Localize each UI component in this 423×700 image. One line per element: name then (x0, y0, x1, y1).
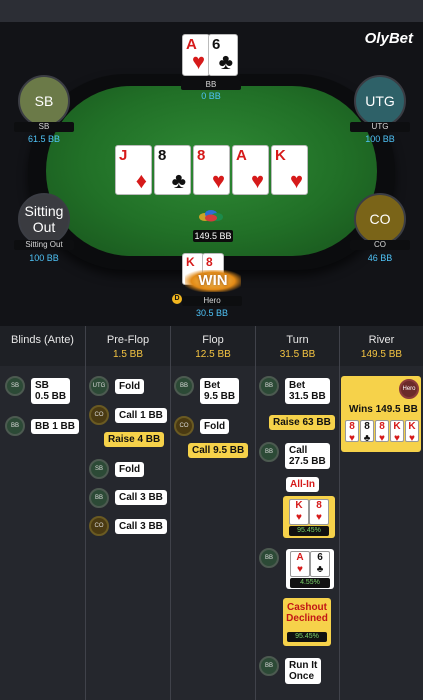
equity-label: 95.45% (289, 526, 329, 536)
board-card-4: A ♥ (232, 145, 269, 195)
position-badge: SB (5, 376, 25, 396)
utg-stack: 100 BB (365, 134, 395, 144)
dealer-button: D (172, 294, 182, 304)
sitting-out-stack: 100 BB (29, 253, 59, 263)
allin-chip: All-In (286, 477, 319, 492)
hero-action-chip: Raise 63 BB (269, 415, 335, 430)
win-badge: WIN (185, 270, 241, 292)
equity-card: A ♥ (290, 551, 310, 577)
chip-stack-icon (199, 210, 223, 222)
top-bar (0, 0, 423, 22)
action-chip: Fold (200, 419, 230, 434)
equity-card: 8 ♥ (309, 499, 329, 525)
blinds-column: Blinds (Ante) SB SB 0.5 BB BB BB 1 BB (0, 326, 86, 700)
position-badge: CO (174, 416, 194, 436)
action-chip: Call 1 BB (115, 408, 167, 423)
board-card-5: K ♥ (271, 145, 308, 195)
hand-history: Blinds (Ante) SB SB 0.5 BB BB BB 1 BB Pr… (0, 326, 423, 700)
sitting-out-name: Sitting Out (14, 240, 74, 250)
sb-stack: 61.5 BB (27, 134, 61, 144)
flop-column: Flop 12.5 BB BB Bet 9.5 BB CO Fold Call … (171, 326, 256, 700)
action-chip: BB 1 BB (31, 419, 80, 434)
bb-card-1: A ♥ (182, 34, 210, 76)
position-badge: CO (89, 405, 109, 425)
winning-card: 8 ♣ (360, 420, 374, 444)
board-card-2: 8 ♣ (154, 145, 191, 195)
sb-name: SB (14, 122, 74, 132)
column-title: Pre-Flop (106, 334, 150, 346)
co-avatar[interactable]: CO (354, 193, 406, 245)
column-pot: 1.5 BB (112, 349, 144, 360)
turn-column: Turn 31.5 BB BB Bet 31.5 BB Raise 63 BB … (256, 326, 340, 700)
column-title: Flop (202, 334, 224, 346)
action-chip: Bet 9.5 BB (200, 378, 240, 404)
position-badge: BB (259, 548, 279, 568)
utg-name: UTG (350, 122, 410, 132)
bb-card-2: 6 ♣ (208, 34, 238, 76)
action-chip: Call 3 BB (115, 490, 167, 505)
equity-label: 4.55% (290, 578, 330, 588)
winning-card: K ♥ (390, 420, 404, 444)
winning-card: K ♥ (405, 420, 419, 444)
pot-amount: 149.5 BB (193, 230, 233, 242)
action-chip: Run It Once (285, 658, 322, 684)
hero-badge: Hero (399, 379, 419, 399)
winning-card: 8 ♥ (375, 420, 389, 444)
column-pot: 31.5 BB (279, 349, 316, 360)
winner-box: Hero Wins 149.5 BB 8 ♥ 8 ♣ 8 ♥ K ♥ K ♥ (341, 376, 421, 452)
hero-name: Hero (182, 296, 242, 306)
hero-stack: 30.5 BB (195, 308, 229, 318)
co-name: CO (350, 240, 410, 250)
hero-equity-box: K ♥ 8 ♥ 95.45% (283, 496, 335, 538)
column-title: Turn (286, 334, 309, 346)
board-card-3: 8 ♥ (193, 145, 230, 195)
action-chip: SB 0.5 BB (31, 378, 71, 404)
preflop-column: Pre-Flop 1.5 BB UTG Fold CO Call 1 BB Ra… (86, 326, 171, 700)
bb-name: BB (181, 80, 241, 90)
position-badge: BB (5, 416, 25, 436)
cashout-box: Cashout Declined 95.45% (283, 598, 331, 646)
action-chip: Call 3 BB (115, 519, 167, 534)
position-badge: BB (259, 442, 279, 462)
position-badge: UTG (89, 376, 109, 396)
equity-card: 6 ♣ (310, 551, 330, 577)
hero-action-chip: Call 9.5 BB (188, 443, 249, 458)
co-stack: 46 BB (367, 253, 393, 263)
column-pot: 12.5 BB (195, 349, 231, 360)
bb-stack: 0 BB (201, 91, 221, 101)
position-badge: BB (259, 656, 279, 676)
wins-label: Wins 149.5 BB (349, 404, 418, 415)
action-chip: Fold (115, 462, 145, 477)
board-card-1: J ♦ (115, 145, 152, 195)
equity-card: K ♥ (289, 499, 309, 525)
utg-avatar[interactable]: UTG (354, 75, 406, 127)
hero-action-chip: Raise 4 BB (104, 432, 165, 447)
column-pot: 149.5 BB (360, 349, 403, 360)
brand-logo: OlyBet (364, 30, 413, 47)
column-title: River (368, 334, 395, 346)
action-chip: Fold (115, 379, 145, 394)
column-title: Blinds (Ante) (11, 334, 74, 346)
action-chip: Bet 31.5 BB (285, 378, 330, 404)
river-column: River 149.5 BB Hero Wins 149.5 BB 8 ♥ 8 ♣ … (340, 326, 423, 700)
position-badge: CO (89, 516, 109, 536)
position-badge: BB (89, 488, 109, 508)
sitting-out-avatar[interactable]: Sitting Out (18, 193, 70, 245)
position-badge: SB (89, 459, 109, 479)
position-badge: BB (259, 376, 279, 396)
position-badge: BB (174, 376, 194, 396)
winning-card: 8 ♥ (345, 420, 359, 444)
action-chip: Call 27.5 BB (285, 443, 330, 469)
bb-equity-box: A ♥ 6 ♣ 4.55% (286, 549, 334, 589)
sb-avatar[interactable]: SB (18, 75, 70, 127)
